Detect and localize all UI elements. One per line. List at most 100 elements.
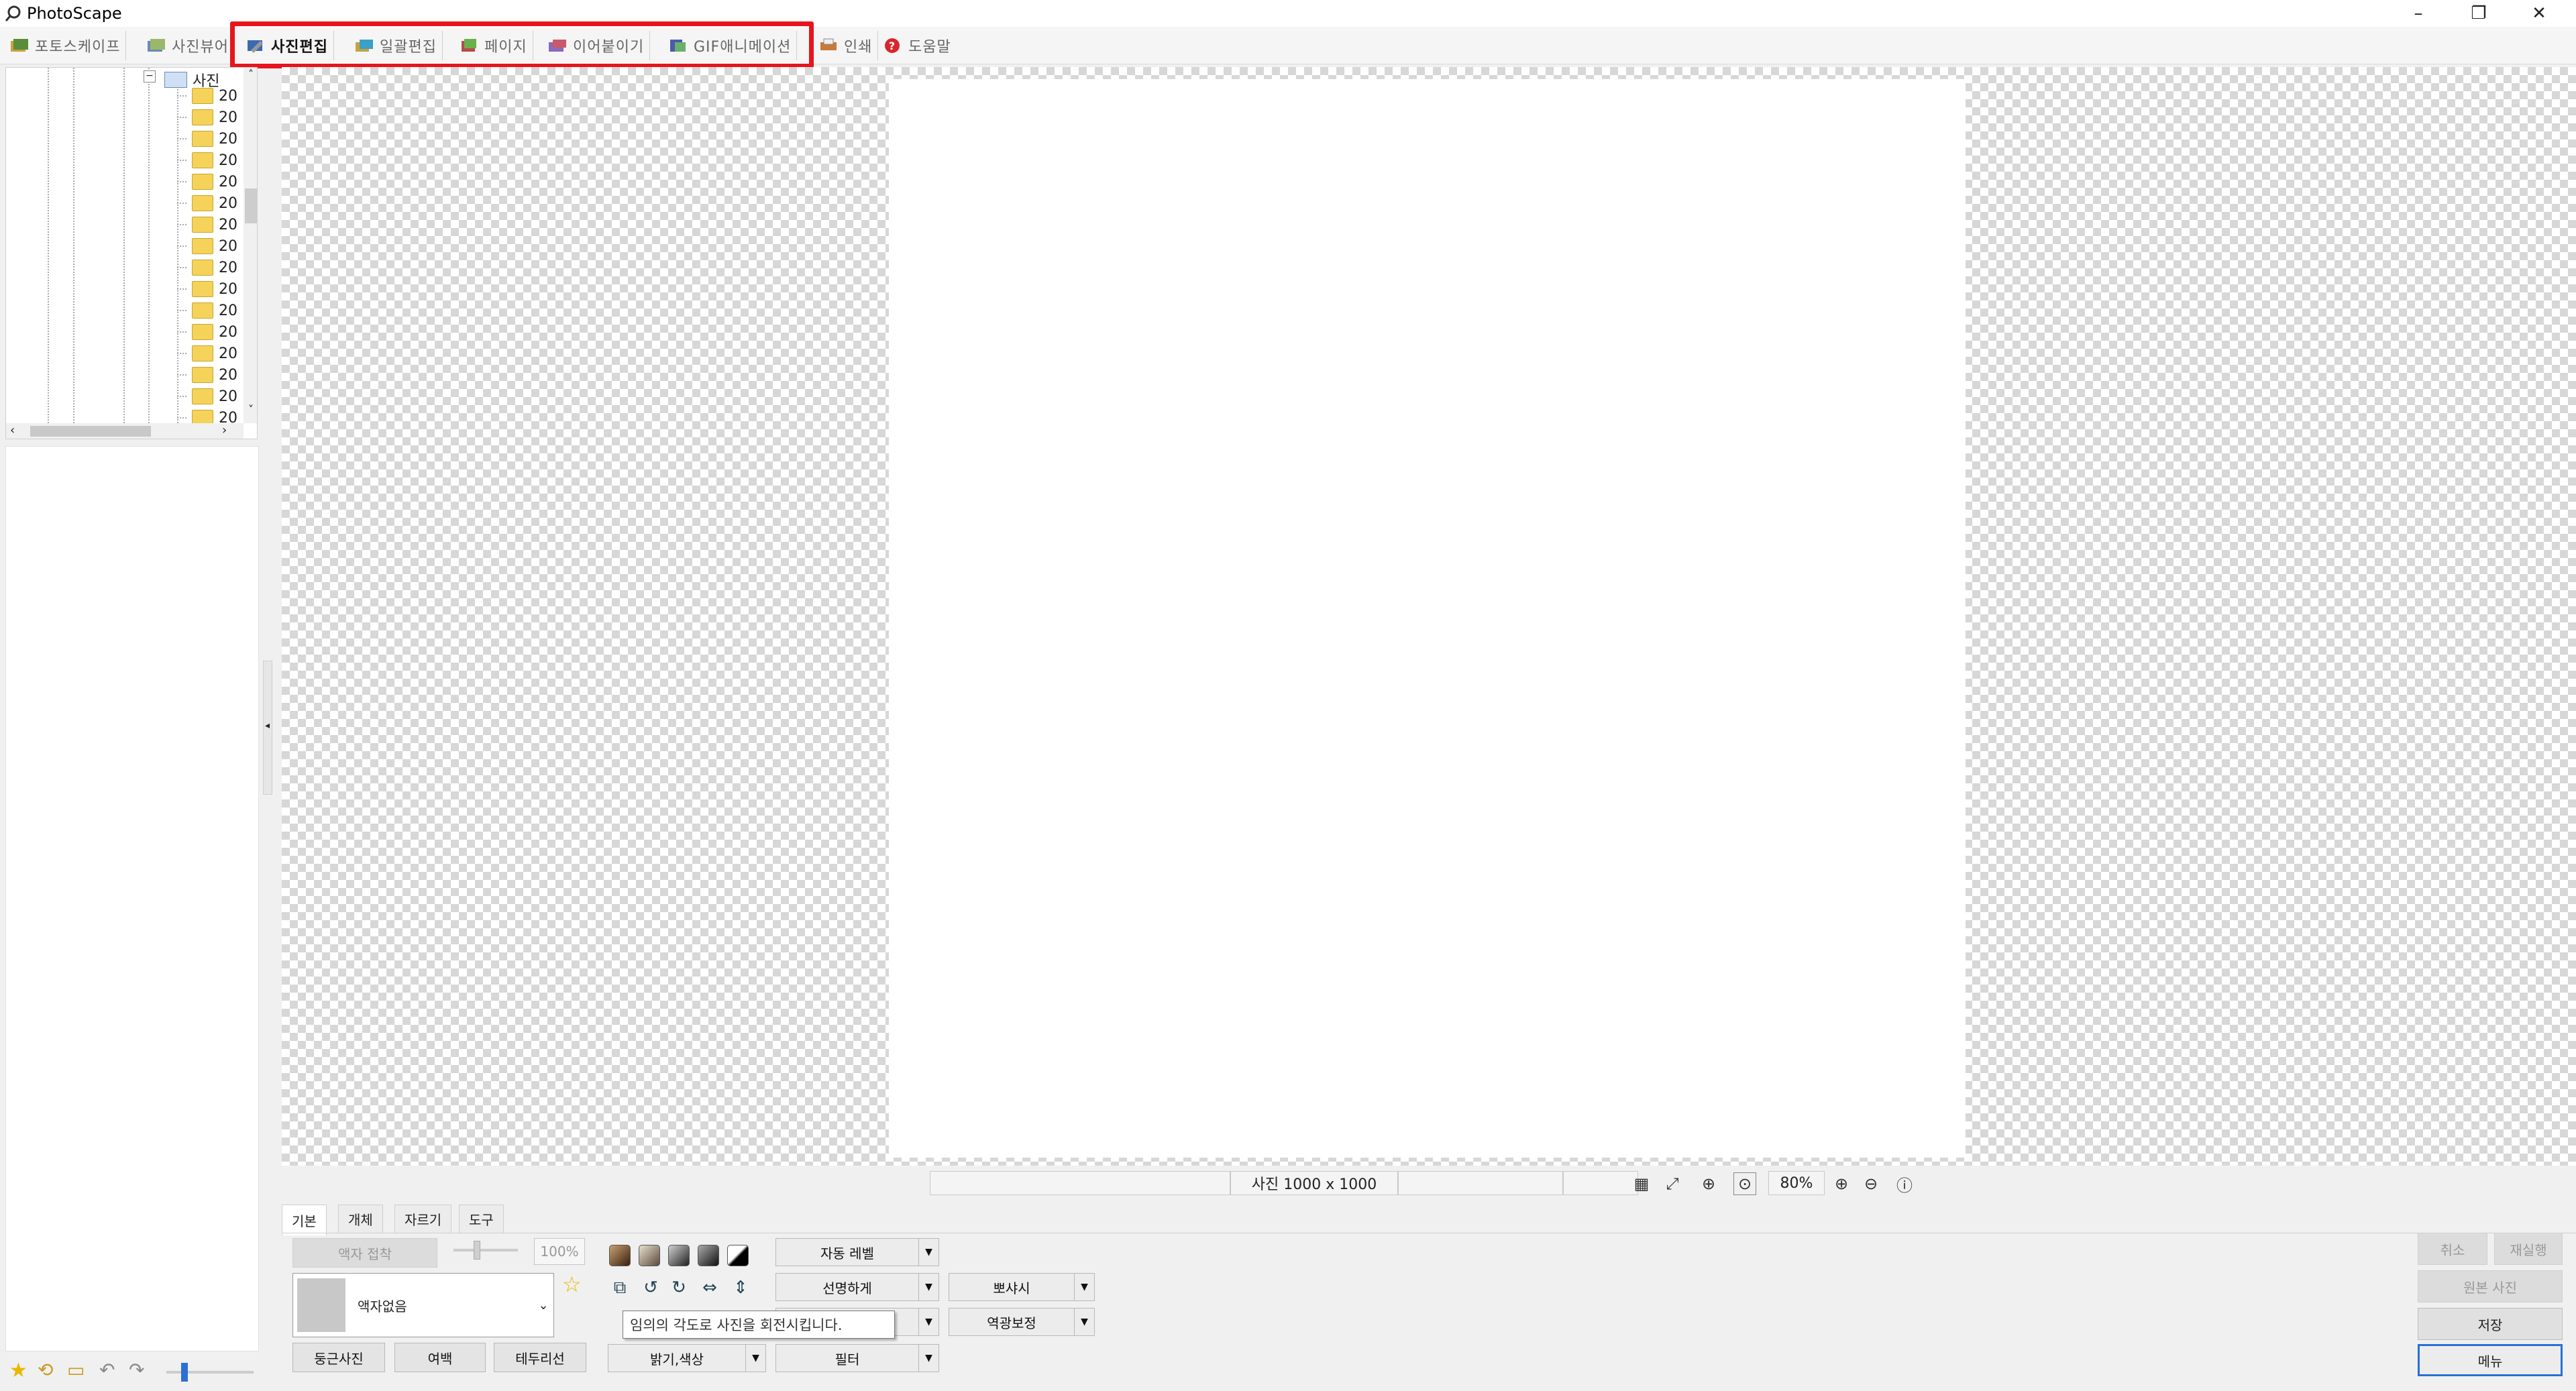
tree-folder-item[interactable]: 20 — [177, 386, 237, 407]
tree-folder-item[interactable]: 20 — [177, 364, 237, 386]
photo-area[interactable] — [889, 79, 1966, 1158]
dropdown-arrow-icon[interactable]: ▼ — [745, 1345, 765, 1372]
tree-folder-item[interactable]: 20 — [177, 214, 237, 235]
frame-percent-field[interactable]: 100% — [534, 1238, 585, 1265]
auto-level-button[interactable]: 자동 레벨 ▼ — [775, 1238, 939, 1266]
sharpen-button[interactable]: 선명하게 ▼ — [775, 1273, 939, 1301]
tree-vertical-scrollbar[interactable]: ˄ ˅ — [244, 68, 257, 423]
tab-print[interactable]: 인쇄 — [813, 31, 879, 60]
svg-text:?: ? — [889, 40, 896, 52]
tree-folder-item[interactable]: 20 — [177, 128, 237, 150]
folder-refresh-icon[interactable]: ⟲ — [38, 1359, 53, 1381]
flip-horizontal-icon[interactable]: ⇔ — [698, 1276, 722, 1300]
tab-viewer[interactable]: 사진뷰어 — [141, 31, 235, 60]
tree-folder-item[interactable]: 20 — [177, 300, 237, 321]
scroll-right-icon[interactable]: › — [222, 423, 227, 437]
redo-button[interactable]: 재실행 — [2494, 1233, 2563, 1265]
tree-vertical-thumb[interactable] — [245, 188, 257, 223]
thumbnail-list[interactable] — [5, 446, 259, 1351]
tab-page[interactable]: 페이지 — [453, 31, 533, 60]
slider-thumb[interactable] — [181, 1363, 188, 1382]
dropdown-arrow-icon[interactable]: ▼ — [918, 1345, 938, 1372]
panel-splitter[interactable]: ◂ — [263, 661, 272, 795]
dropdown-arrow-icon[interactable]: ▼ — [918, 1239, 938, 1266]
backlight-correction-button[interactable]: 역광보정 ▼ — [949, 1308, 1095, 1336]
border-line-button[interactable]: 테두리선 — [494, 1343, 586, 1372]
scroll-left-icon[interactable]: ‹ — [10, 423, 15, 437]
frame-select-dropdown[interactable]: 액자없음 ⌄ — [292, 1273, 554, 1337]
tree-folder-item[interactable]: 20 — [177, 278, 237, 300]
dropdown-arrow-icon[interactable]: ▼ — [918, 1274, 938, 1300]
tree-folder-item[interactable]: 20 — [177, 107, 237, 128]
panel-tab-object[interactable]: 개체 — [338, 1205, 383, 1233]
zoom-out-icon[interactable]: ⊖ — [1860, 1172, 1882, 1195]
black-white-swatch[interactable] — [727, 1245, 749, 1266]
folder-tree[interactable]: − 사진 20 20 20 20 20 20 20 20 20 20 20 20 20 20 20 20 ˄ … — [5, 67, 258, 439]
grayscale-swatch[interactable] — [668, 1245, 690, 1266]
soft-focus-button[interactable]: 뽀샤시 ▼ — [949, 1273, 1095, 1301]
favorite-frame-star-icon[interactable]: ☆ — [562, 1272, 582, 1297]
sepia-swatch[interactable] — [609, 1245, 631, 1266]
rotate-right-icon[interactable]: ↻ — [667, 1276, 691, 1300]
save-button[interactable]: 저장 — [2418, 1308, 2563, 1340]
vintage-swatch[interactable] — [639, 1245, 660, 1266]
tree-folder-item[interactable]: 20 — [177, 343, 237, 364]
tree-connector — [177, 160, 186, 161]
brightness-color-button[interactable]: 밝기,색상 ▼ — [608, 1344, 766, 1372]
tab-photoscape[interactable]: 포토스케이프 — [4, 31, 127, 60]
round-photo-button[interactable]: 둥근사진 — [292, 1343, 385, 1372]
panel-tab-tools[interactable]: 도구 — [459, 1205, 504, 1233]
tree-folder-item[interactable]: 20 — [177, 257, 237, 278]
panel-tab-crop[interactable]: 자르기 — [394, 1205, 452, 1233]
minimize-button[interactable]: – — [2388, 0, 2449, 27]
zoom-in-icon[interactable]: ⊕ — [1830, 1172, 1853, 1195]
collapse-arrow-icon[interactable]: ◂ — [265, 720, 270, 731]
forward-arrow-icon[interactable]: ↷ — [129, 1359, 144, 1381]
original-photo-button[interactable]: 원본 사진 — [2418, 1270, 2563, 1302]
transparency-toggle-icon[interactable]: ▦ — [1630, 1172, 1653, 1195]
frame-fit-button[interactable]: 액자 접착 — [292, 1238, 437, 1268]
fit-zoom-icon[interactable]: ⊙ — [1733, 1172, 1756, 1195]
tab-batch[interactable]: 일괄편집 — [349, 31, 443, 60]
rotate-left-icon[interactable]: ↺ — [639, 1276, 663, 1300]
panel-tab-basic[interactable]: 기본 — [282, 1205, 327, 1235]
tree-folder-item[interactable]: 20 — [177, 171, 237, 192]
tree-folder-item[interactable]: 20 — [177, 192, 237, 214]
menu-button[interactable]: 메뉴 — [2418, 1344, 2563, 1376]
tab-combine[interactable]: 이어붙이기 — [542, 31, 651, 60]
tab-help[interactable]: ? 도움말 — [877, 31, 957, 60]
tab-editor[interactable]: 사진편집 — [240, 31, 334, 60]
free-rotate-icon[interactable]: ⧉ — [608, 1276, 632, 1300]
info-icon[interactable]: ⓘ — [1893, 1172, 1916, 1195]
fit-window-icon[interactable]: ⤢ — [1661, 1172, 1684, 1195]
thumbnail-size-slider[interactable] — [166, 1371, 254, 1374]
close-button[interactable]: ✕ — [2509, 0, 2569, 27]
scroll-up-icon[interactable]: ˄ — [245, 68, 257, 82]
undo-button[interactable]: 취소 — [2418, 1233, 2487, 1265]
favorite-star-icon[interactable]: ★ — [9, 1359, 28, 1382]
tree-collapse-icon[interactable]: − — [144, 70, 156, 82]
restore-button[interactable]: ❐ — [2449, 0, 2509, 27]
tree-horizontal-thumb[interactable] — [30, 426, 151, 437]
dropdown-arrow-icon[interactable]: ▼ — [1074, 1309, 1094, 1335]
filter-button[interactable]: 필터 ▼ — [775, 1344, 939, 1372]
tree-folder-item[interactable]: 20 — [177, 235, 237, 257]
scroll-down-icon[interactable]: ˅ — [245, 403, 257, 418]
dropdown-arrow-icon[interactable]: ▼ — [918, 1309, 938, 1335]
slider-thumb[interactable] — [474, 1241, 480, 1260]
tree-folder-item[interactable]: 20 — [177, 321, 237, 343]
tree-horizontal-scrollbar[interactable]: ‹ › — [6, 423, 244, 439]
dropdown-arrow-icon[interactable]: ▼ — [1074, 1274, 1094, 1300]
tab-gif[interactable]: GIF애니메이션 — [663, 31, 798, 60]
tree-folder-item[interactable]: 20 — [177, 85, 237, 107]
frame-opacity-slider[interactable] — [453, 1249, 518, 1251]
actual-size-icon[interactable]: ⊕ — [1697, 1172, 1720, 1195]
tree-connector — [177, 245, 186, 247]
flip-vertical-icon[interactable]: ⇕ — [729, 1276, 753, 1300]
margin-button[interactable]: 여백 — [394, 1343, 486, 1372]
back-arrow-icon[interactable]: ↶ — [99, 1359, 115, 1381]
button-label: 밝기,색상 — [650, 1351, 704, 1368]
dark-swatch[interactable] — [698, 1245, 719, 1266]
tree-folder-item[interactable]: 20 — [177, 150, 237, 171]
open-folder-icon[interactable]: ▭ — [67, 1359, 85, 1381]
